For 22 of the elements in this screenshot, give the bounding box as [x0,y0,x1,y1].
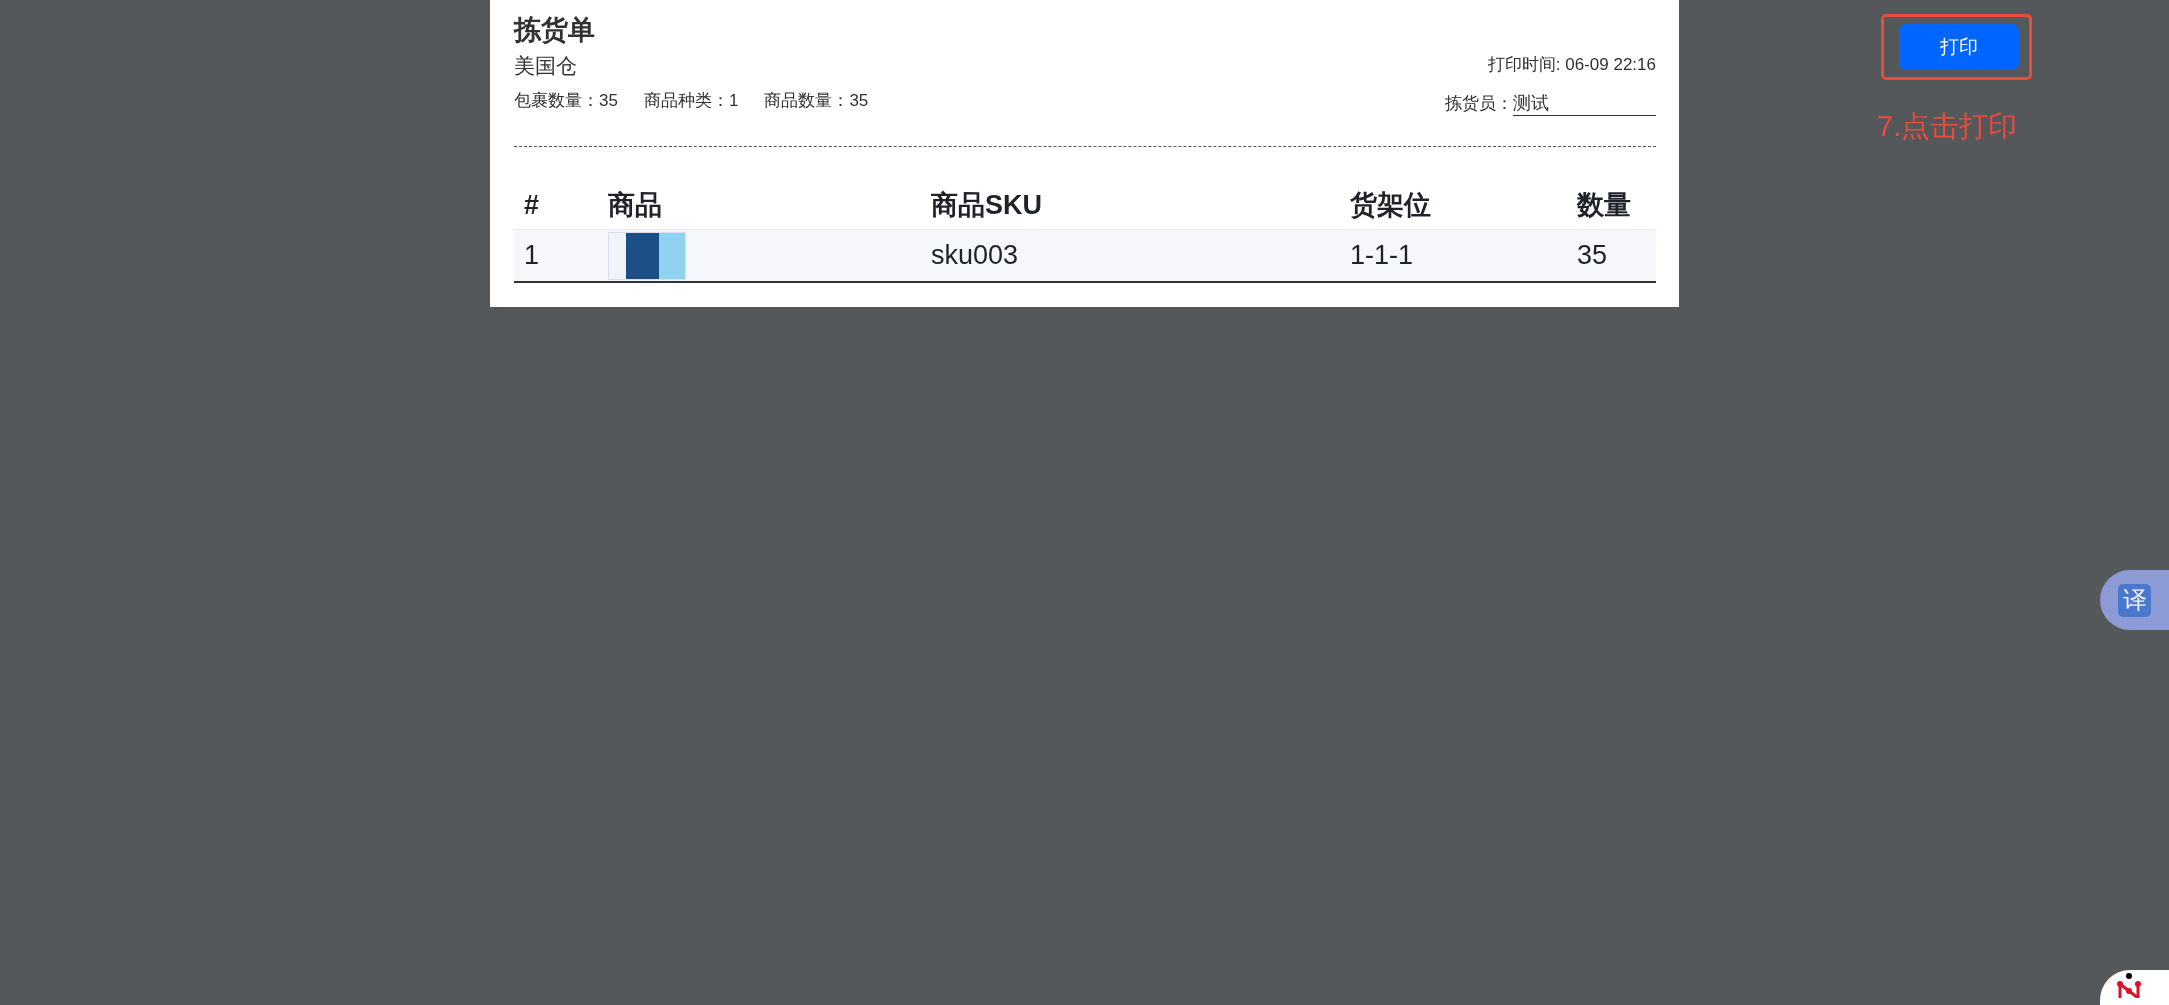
picker-label: 拣货员： [1445,93,1513,115]
summary-stat: 商品种类：1 [643,90,739,112]
print-time: 打印时间: 06-09 22:16 [1487,54,1656,76]
table-cell: 1-1-1 [1340,229,1567,281]
annotation-text: 7.点击打印 [1877,109,2019,144]
logo-badge[interactable] [2100,970,2169,1005]
summary-stat: 商品数量：35 [764,90,869,112]
column-header: 商品SKU [930,189,1043,222]
warehouse-name: 美国仓 [514,53,578,79]
column-header: 货架位 [1349,189,1432,222]
picker-field[interactable]: 测试 [1513,91,1656,116]
table-cell: 1 [514,229,598,281]
document-title: 拣货单 [514,14,596,47]
column-header: # [523,189,541,222]
table-cell: sku003 [921,229,1340,281]
logo-icon [2114,972,2144,998]
summary-stat: 包裹数量：35 [514,90,618,112]
translate-button[interactable]: 译 [2100,570,2169,630]
table-cell: 35 [1567,229,1656,281]
column-header: 数量 [1575,189,1632,222]
print-button[interactable]: 打印 [1899,24,2019,70]
column-header: 商品 [607,189,663,222]
